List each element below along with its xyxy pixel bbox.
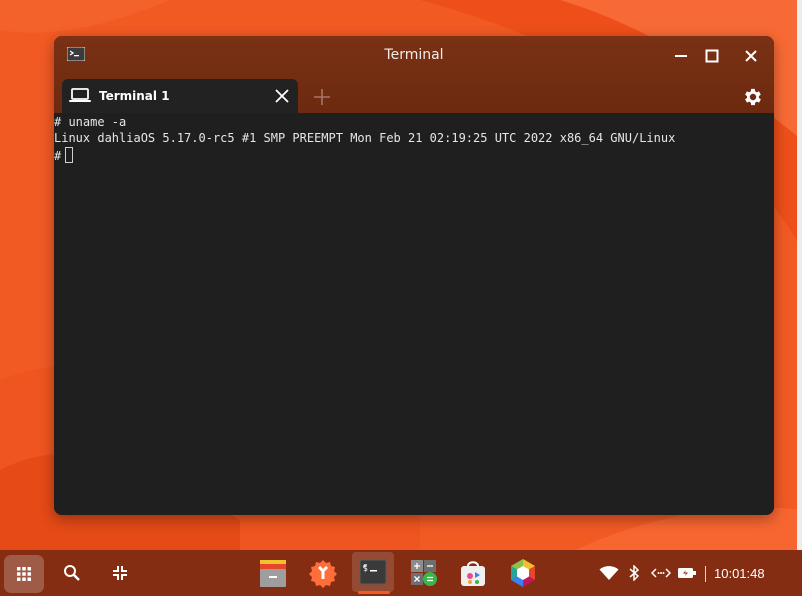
search-button[interactable] [58, 559, 86, 587]
graft-icon [511, 559, 535, 587]
tray-divider [705, 566, 706, 582]
terminal-line: # uname -a [54, 115, 127, 129]
battery-icon [678, 568, 696, 578]
active-app-indicator [358, 591, 390, 594]
svg-text:$: $ [363, 564, 368, 573]
clock[interactable]: 10:01:48 [714, 566, 765, 582]
calculator-app[interactable] [408, 556, 440, 590]
window-title: Terminal [384, 47, 444, 63]
graft-app[interactable] [506, 556, 540, 590]
terminal-line: Linux dahliaOS 5.17.0-rc5 #1 SMP PREEMPT… [54, 131, 676, 145]
bluetooth-icon [629, 565, 639, 581]
close-icon [745, 50, 757, 62]
wifi-icon [599, 566, 619, 580]
wifi-status[interactable] [598, 564, 620, 582]
add-tab-icon[interactable] [312, 87, 332, 107]
gear-icon[interactable] [742, 86, 764, 108]
calculator-icon [411, 560, 437, 586]
terminal-cursor [65, 147, 74, 163]
files-icon [260, 560, 286, 587]
files-app[interactable] [258, 556, 288, 590]
terminal-prompt: # [54, 149, 62, 163]
grid-icon [17, 567, 31, 581]
store-icon [461, 561, 485, 586]
window-titlebar[interactable]: Terminal Terminal 1 [54, 36, 774, 113]
terminal-app[interactable]: $ [352, 552, 394, 592]
settings-app[interactable] [306, 556, 340, 590]
battery-status[interactable] [676, 564, 698, 582]
minimize-icon [675, 55, 687, 57]
app-launcher-button[interactable] [4, 555, 44, 593]
tab-terminal-1[interactable]: Terminal 1 [62, 79, 298, 113]
search-icon [64, 565, 80, 581]
maximize-button[interactable] [701, 45, 723, 67]
taskbar: $ [0, 550, 802, 596]
minimize-button[interactable] [670, 45, 692, 67]
collapse-icon [113, 566, 127, 580]
tab-label: Terminal 1 [99, 89, 170, 103]
laptop-icon [69, 88, 91, 102]
store-app[interactable] [456, 556, 490, 590]
network-status[interactable] [650, 564, 672, 582]
bluetooth-status[interactable] [626, 564, 642, 582]
close-button[interactable] [740, 45, 762, 67]
screen-edge [797, 0, 802, 550]
tab-close-icon[interactable] [272, 86, 292, 106]
terminal-icon: $ [359, 559, 387, 585]
network-icon [651, 568, 671, 578]
maximize-icon [705, 49, 719, 63]
terminal-prompt-line: # [54, 147, 74, 163]
overview-button[interactable] [106, 559, 134, 587]
terminal-output[interactable]: # uname -a Linux dahliaOS 5.17.0-rc5 #1 … [54, 113, 774, 515]
settings-app-icon [309, 560, 337, 588]
terminal-window[interactable]: Terminal Terminal 1 # uname -a Linux dah… [54, 36, 774, 515]
